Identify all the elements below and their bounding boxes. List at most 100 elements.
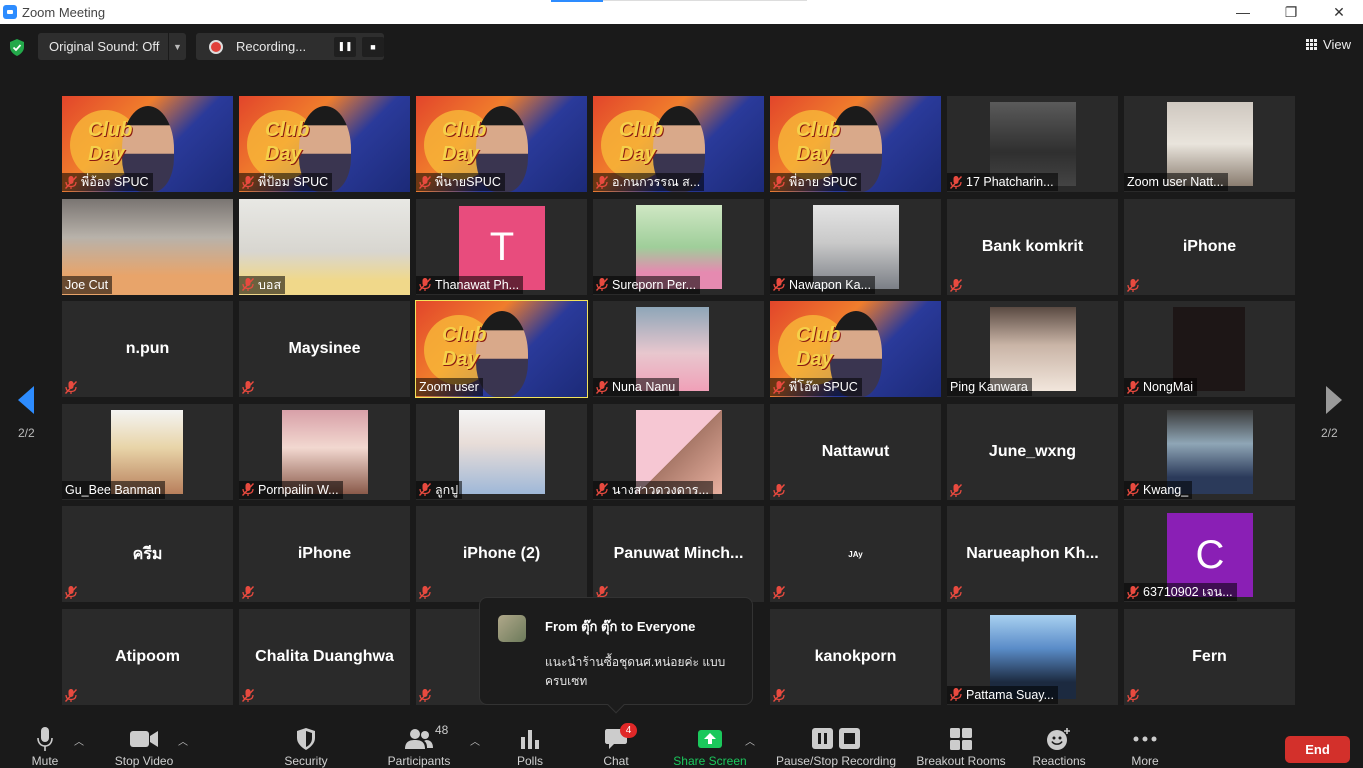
participant-name-label: NongMai [1143, 380, 1194, 394]
reactions-button[interactable]: Reactions [1028, 718, 1090, 768]
participant-name-label: Kwang_ [1143, 482, 1189, 497]
participants-caret-icon[interactable]: ︿ [470, 733, 480, 748]
participant-tile[interactable]: Pattama Suay... [947, 608, 1118, 705]
participant-tile[interactable]: พี่นายSPUC [416, 96, 587, 192]
pause-stop-recording-button[interactable]: Pause/Stop Recording [770, 718, 902, 768]
participant-tile[interactable]: พี่อาย SPUC [770, 96, 941, 192]
participant-tile[interactable]: Nattawut [770, 403, 941, 500]
participant-name-label: บอส [258, 277, 282, 292]
window-controls: — ❐ ✕ [1219, 0, 1363, 24]
security-shield-icon [297, 728, 315, 750]
chat-popup-tail [607, 696, 625, 714]
participant-tile[interactable]: Atipoom [62, 608, 233, 705]
participant-tile[interactable]: iPhone [239, 506, 410, 602]
participant-tile[interactable]: อ.กนกวรรณ ส... [593, 96, 764, 192]
close-button[interactable]: ✕ [1315, 0, 1363, 24]
participant-tile[interactable]: Gu_Bee Banman [62, 403, 233, 500]
pause-recording-button[interactable]: ❚❚ [334, 36, 356, 57]
maximize-button[interactable]: ❐ [1267, 0, 1315, 24]
participant-tile[interactable]: Nuna Nanu [593, 301, 764, 397]
security-button[interactable]: Security [280, 718, 332, 768]
participant-tile[interactable]: บอส [239, 198, 410, 295]
breakout-rooms-button[interactable]: Breakout Rooms [912, 718, 1010, 768]
muted-microphone-icon [949, 278, 963, 292]
stop-video-button[interactable]: Stop Video [108, 718, 180, 768]
participant-name-tag: 63710902 เจน... [1124, 583, 1237, 601]
participant-tile[interactable]: พี่ป้อม SPUC [239, 96, 410, 192]
participant-tile[interactable]: Sureporn Per... [593, 198, 764, 295]
muted-microphone-icon [1126, 380, 1140, 394]
page-indicator-left: 2/2 [18, 426, 35, 440]
participant-name-center: iPhone [1182, 237, 1237, 255]
breakout-rooms-grid-icon [950, 728, 972, 750]
more-button[interactable]: More [1124, 718, 1166, 768]
chevron-down-icon[interactable]: ▼ [168, 33, 186, 60]
participant-name-tag: Ping Kanwara [947, 378, 1032, 396]
participant-tile[interactable]: Maysinee [239, 301, 410, 397]
participant-tile[interactable]: ครีม [62, 506, 233, 602]
title-divider-line [603, 0, 807, 1]
minimize-button[interactable]: — [1219, 0, 1267, 24]
participant-tile[interactable]: C 63710902 เจน... [1124, 506, 1295, 602]
participant-tile[interactable]: NongMai [1124, 301, 1295, 397]
participant-tile[interactable]: Chalita Duanghwa [239, 608, 410, 705]
muted-microphone-icon [241, 175, 255, 189]
participant-tile[interactable]: n.pun [62, 301, 233, 397]
participant-tile[interactable]: นางสาวดวงดาร... [593, 403, 764, 500]
participant-tile[interactable]: 17 Phatcharin... [947, 96, 1118, 192]
mute-button[interactable]: Mute [22, 718, 68, 768]
encryption-shield-icon[interactable] [9, 39, 25, 56]
participant-tile[interactable]: Ping Kanwara [947, 301, 1118, 397]
participant-tile[interactable]: พี่โอ๊ต SPUC [770, 301, 941, 397]
participants-button[interactable]: 48 Participants [384, 718, 454, 768]
participant-tile[interactable]: Narueaphon Kh... [947, 506, 1118, 602]
muted-microphone-icon [772, 688, 786, 702]
participant-tile[interactable]: Bank komkrit [947, 198, 1118, 295]
participant-tile[interactable]: ลูกปู [416, 403, 587, 500]
next-page-arrow-icon[interactable] [1324, 385, 1344, 415]
end-meeting-button[interactable]: End [1285, 736, 1350, 763]
muted-microphone-icon [241, 688, 255, 702]
participant-tile[interactable]: Zoom user [415, 300, 588, 398]
participant-tile[interactable]: Panuwat Minch... [593, 506, 764, 602]
participant-tile[interactable]: JAy [770, 506, 941, 602]
participant-name-label: พี่นายSPUC [435, 175, 501, 189]
participant-tile[interactable]: Kwang_ [1124, 403, 1295, 500]
participant-tile[interactable]: iPhone (2) [416, 506, 587, 602]
participant-name-tag: Zoom user [416, 378, 483, 396]
participant-name-label: 63710902 เจน... [1143, 585, 1233, 599]
participant-name-label: Ping Kanwara [950, 380, 1028, 394]
participant-tile[interactable]: พี่อ้อง SPUC [62, 96, 233, 192]
participant-name-tag: NongMai [1124, 378, 1198, 396]
participant-tile[interactable]: Nawapon Ka... [770, 198, 941, 295]
participant-tile[interactable]: Joe Cut [62, 198, 233, 295]
muted-microphone-icon [418, 278, 432, 291]
participant-tile[interactable]: Fern [1124, 608, 1295, 705]
stop-recording-button[interactable]: ■ [362, 36, 384, 57]
muted-microphone-icon [949, 586, 963, 599]
muted-microphone-icon [772, 175, 786, 189]
muted-microphone-icon [595, 278, 609, 291]
polls-button[interactable]: Polls [512, 718, 548, 768]
audio-options-caret-icon[interactable]: ︿ [74, 733, 84, 748]
pause-stop-recording-icon [812, 728, 860, 749]
share-screen-button[interactable]: Share Screen [672, 718, 748, 768]
participant-tile[interactable]: Zoom user Natt... [1124, 96, 1295, 192]
original-sound-toggle[interactable]: Original Sound: Off ▼ [38, 33, 186, 60]
video-options-caret-icon[interactable]: ︿ [178, 733, 188, 748]
participant-tile[interactable]: kanokporn [770, 608, 941, 705]
participant-tile[interactable]: T Thanawat Ph... [416, 198, 587, 295]
recording-indicator: Recording... ❚❚ ■ [196, 33, 384, 60]
chat-button[interactable]: 4 Chat [598, 718, 637, 768]
participants-icon [405, 729, 433, 749]
polls-label: Polls [516, 754, 543, 768]
muted-microphone-icon [418, 483, 432, 496]
participant-tile[interactable]: iPhone [1124, 198, 1295, 295]
previous-page-arrow-icon[interactable] [16, 385, 36, 415]
participant-tile[interactable]: June_wxng [947, 403, 1118, 500]
participant-name-tag: พี่อาย SPUC [770, 173, 862, 191]
view-button[interactable]: View [1306, 37, 1351, 52]
participant-tile[interactable]: Pornpailin W... [239, 403, 410, 500]
share-options-caret-icon[interactable]: ︿ [745, 733, 755, 748]
chat-notification-popup[interactable]: From ตุ๊ก ตุ๊ก to Everyone แนะนำร้านซื้อ… [479, 597, 753, 714]
